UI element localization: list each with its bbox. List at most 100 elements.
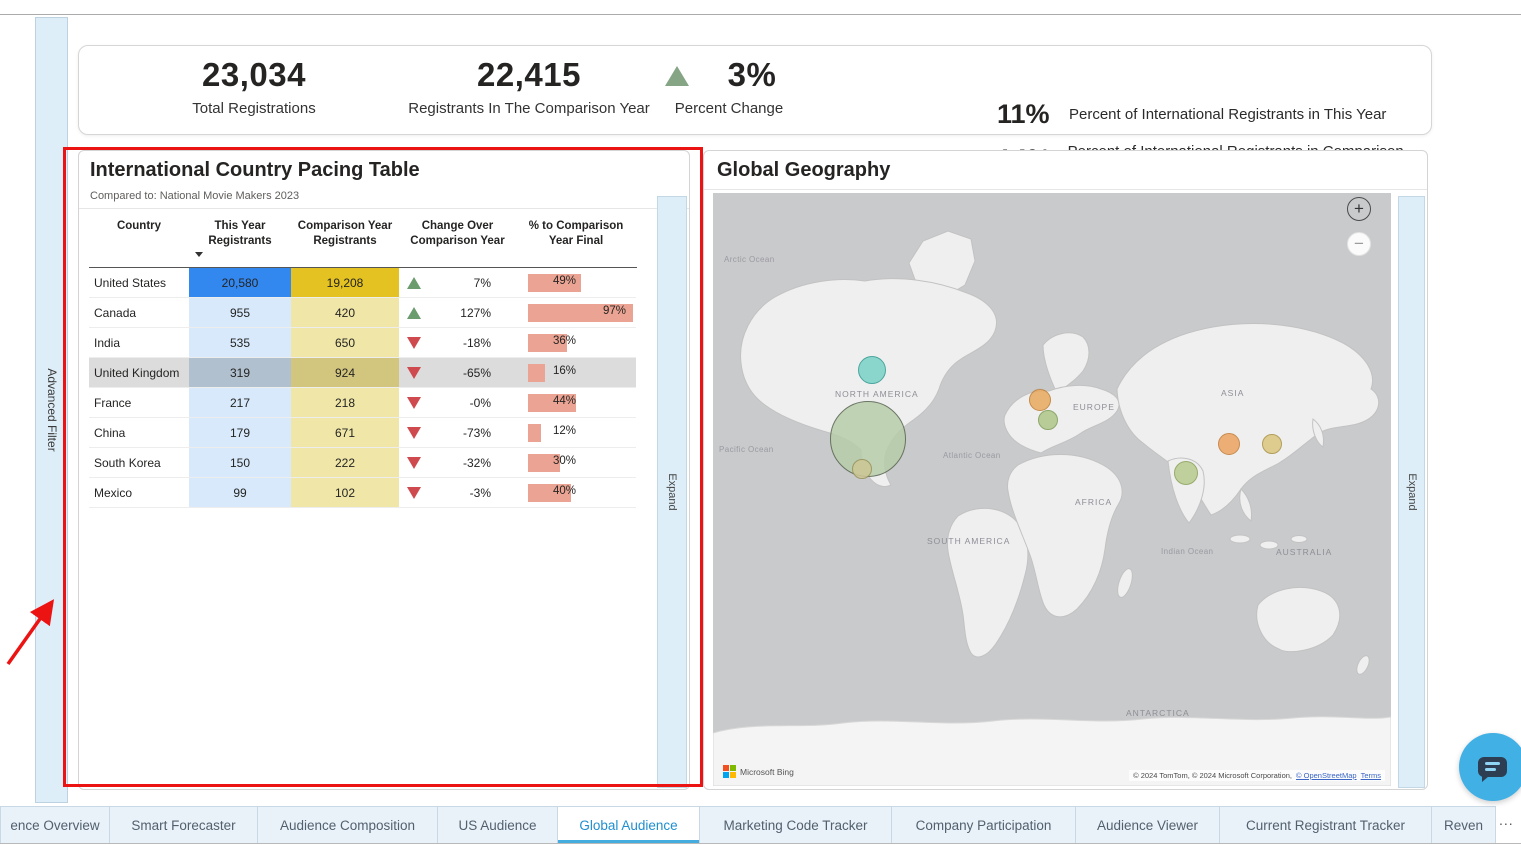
chat-widget-button[interactable]	[1459, 733, 1521, 801]
cell-comparison-year: 102	[291, 478, 399, 507]
cell-this-year: 99	[189, 478, 291, 507]
cell-change: -65%	[399, 358, 516, 387]
down-triangle-icon	[407, 397, 421, 409]
comparison-registrants-value: 22,415	[379, 56, 679, 94]
map-bubble-mexico[interactable]	[852, 459, 872, 479]
map-bubble-canada[interactable]	[858, 356, 886, 384]
table-row-united-states[interactable]: United States20,58019,2087%49%	[89, 268, 636, 298]
top-divider	[0, 14, 1521, 15]
tab-company-participation[interactable]: Company Participation	[892, 806, 1076, 843]
terms-link[interactable]: Terms	[1361, 771, 1381, 780]
map-zoom-in-button[interactable]: +	[1347, 197, 1371, 221]
map-bubble-france[interactable]	[1038, 410, 1058, 430]
map-bubble-china[interactable]	[1218, 433, 1240, 455]
bottom-divider	[0, 843, 1521, 844]
table-header-row: CountryThis Year RegistrantsComparison Y…	[89, 213, 636, 249]
cell-country: South Korea	[89, 448, 189, 477]
pct-label: 44%	[553, 395, 576, 407]
bing-logo: Microsoft Bing	[723, 765, 794, 778]
table-row-france[interactable]: France217218 -0% 44%	[89, 388, 636, 418]
map-title: Global Geography	[717, 159, 890, 182]
cell-comparison-year: 650	[291, 328, 399, 357]
global-geography-panel: Global Geography	[703, 150, 1428, 790]
up-triangle-icon	[407, 277, 421, 289]
world-map[interactable]: + − Microsoft Bing © 2024 TomTom, © 2024…	[713, 193, 1391, 786]
tab-smart-forecaster[interactable]: Smart Forecaster	[110, 806, 258, 843]
cell-pct-final: 97%	[516, 298, 636, 327]
tab-marketing-code-tracker[interactable]: Marketing Code Tracker	[700, 806, 892, 843]
cell-this-year: 535	[189, 328, 291, 357]
change-value: -65%	[463, 366, 491, 380]
divider	[79, 208, 689, 209]
map-bubble-india[interactable]	[1174, 461, 1198, 485]
cell-pct-final: 40%	[516, 478, 636, 507]
pct-label: 30%	[553, 455, 576, 467]
up-triangle-icon	[665, 66, 689, 86]
cell-pct-final: 30%	[516, 448, 636, 477]
cell-comparison-year: 218	[291, 388, 399, 417]
cell-country: Canada	[89, 298, 189, 327]
cell-country: Mexico	[89, 478, 189, 507]
total-registrations-label: Total Registrations	[129, 100, 379, 117]
column-header-change-over-comparison-year[interactable]: Change Over Comparison Year	[399, 213, 516, 249]
tab-reven[interactable]: Reven	[1432, 806, 1496, 843]
divider	[704, 189, 1427, 190]
change-value: -73%	[463, 426, 491, 440]
tab-audience-viewer[interactable]: Audience Viewer	[1076, 806, 1220, 843]
tab-audience-composition[interactable]: Audience Composition	[258, 806, 438, 843]
change-value: -32%	[463, 456, 491, 470]
table-row-canada[interactable]: Canada955420 127% 97%	[89, 298, 636, 328]
tab-us-audience[interactable]: US Audience	[438, 806, 558, 843]
expand-pacing-table-button[interactable]: Expand	[657, 196, 687, 788]
expand-map-button[interactable]: Expand	[1398, 196, 1425, 788]
advanced-filter-rail[interactable]: Advanced Filter	[35, 17, 68, 803]
table-row-mexico[interactable]: Mexico99102 -3% 40%	[89, 478, 636, 508]
world-map-svg	[713, 193, 1391, 786]
sort-descending-icon	[195, 252, 203, 257]
cell-this-year: 955	[189, 298, 291, 327]
change-value: -3%	[470, 486, 491, 500]
pct-label: 97%	[603, 305, 626, 317]
column-header-to-comparison-year-final[interactable]: % to Comparison Year Final	[516, 213, 636, 249]
comparison-registrants-label: Registrants In The Comparison Year	[379, 100, 679, 117]
cell-country: United Kingdom	[89, 358, 189, 387]
intl-this-year-value: 11%	[997, 99, 1069, 130]
up-triangle-icon	[407, 307, 421, 319]
tab-global-audience[interactable]: Global Audience	[558, 806, 700, 843]
column-header-this-year-registrants[interactable]: This Year Registrants	[189, 213, 291, 249]
intl-this-year-row: 11% Percent of International Registrants…	[997, 92, 1431, 137]
kpi-summary-card: 23,034 Total Registrations 22,415 Regist…	[78, 45, 1432, 135]
pacing-table-subtitle: Compared to: National Movie Makers 2023	[90, 190, 299, 202]
cell-country: France	[89, 388, 189, 417]
cell-country: United States	[89, 268, 189, 297]
column-header-comparison-year-registrants[interactable]: Comparison Year Registrants	[291, 213, 399, 249]
cell-change: 127%	[399, 298, 516, 327]
table-row-china[interactable]: China179671-73%12%	[89, 418, 636, 448]
tab-overflow-button[interactable]: ...	[1499, 812, 1514, 828]
change-value: 7%	[474, 276, 491, 290]
chat-bubble-icon	[1478, 757, 1507, 777]
change-value: 127%	[460, 306, 491, 320]
cell-comparison-year: 420	[291, 298, 399, 327]
pct-label: 36%	[553, 335, 576, 347]
openstreetmap-link[interactable]: © OpenStreetMap	[1296, 771, 1357, 780]
map-bubble-united-kingdom[interactable]	[1029, 389, 1051, 411]
cell-this-year: 319	[189, 358, 291, 387]
cell-comparison-year: 19,208	[291, 268, 399, 297]
cell-change: -32%	[399, 448, 516, 477]
cell-country: China	[89, 418, 189, 447]
dashboard-page: Advanced Filter 23,034 Total Registratio…	[0, 0, 1521, 845]
pct-label: 49%	[553, 275, 576, 287]
map-bubble-south-korea[interactable]	[1262, 434, 1282, 454]
percent-change-label: Percent Change	[639, 100, 819, 117]
change-value: -0%	[470, 396, 491, 410]
table-row-south-korea[interactable]: South Korea150222-32%30%	[89, 448, 636, 478]
map-zoom-out-button[interactable]: −	[1347, 232, 1371, 256]
cell-this-year: 217	[189, 388, 291, 417]
table-row-united-kingdom[interactable]: United Kingdom319924-65%16%	[89, 358, 636, 388]
table-row-india[interactable]: India535650-18%36%	[89, 328, 636, 358]
tab-current-registrant-tracker[interactable]: Current Registrant Tracker	[1220, 806, 1432, 843]
tab-ence-overview[interactable]: ence Overview	[0, 806, 110, 843]
column-header-country[interactable]: Country	[89, 213, 189, 249]
pct-label: 16%	[553, 365, 576, 377]
